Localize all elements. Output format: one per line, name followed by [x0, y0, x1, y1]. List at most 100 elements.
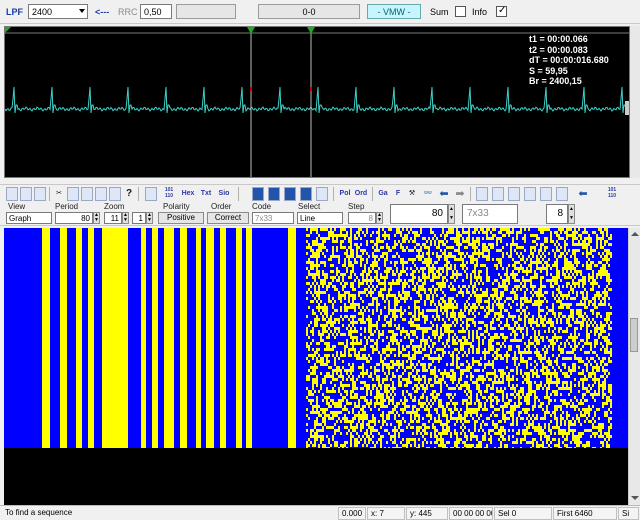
- bit-cell: [494, 351, 496, 354]
- binoculars-icon[interactable]: 👓: [421, 187, 435, 201]
- find-button[interactable]: F: [393, 187, 403, 201]
- layout-a-icon[interactable]: [252, 187, 264, 201]
- list-icon[interactable]: [492, 187, 504, 201]
- copy-icon[interactable]: [67, 187, 79, 201]
- layout-e-icon[interactable]: [316, 187, 328, 201]
- bit-cell: [610, 279, 612, 282]
- bit-cell: [554, 417, 556, 420]
- zoom-stepper-2[interactable]: ▲ ▼: [146, 212, 153, 224]
- bit-cell: [338, 330, 340, 333]
- bits-button-2[interactable]: 101 110: [604, 187, 620, 201]
- sio-view-button[interactable]: Sio: [216, 187, 232, 201]
- info-checkbox[interactable]: [496, 5, 507, 17]
- step-big-stepper[interactable]: ▲ ▼: [568, 204, 575, 224]
- order-button[interactable]: Ord: [354, 187, 368, 201]
- bit-cell: [552, 291, 554, 294]
- back-arrow-icon[interactable]: ⬅: [437, 187, 451, 201]
- disk-icon[interactable]: [109, 187, 121, 201]
- view-select[interactable]: Graph: [6, 212, 52, 224]
- grid-icon[interactable]: [145, 187, 157, 201]
- zoom-input[interactable]: 11: [104, 212, 122, 224]
- bit-cell: [592, 432, 594, 435]
- code-select[interactable]: 7x33: [252, 212, 294, 224]
- bit-cell: [354, 315, 356, 318]
- save-as-icon[interactable]: [34, 187, 46, 201]
- bit-cell: [334, 318, 336, 321]
- bit-cell: [400, 270, 402, 273]
- zoom-input-2[interactable]: 1: [132, 212, 146, 224]
- step-input[interactable]: 8: [348, 212, 376, 224]
- forward-arrow-icon[interactable]: ➡: [453, 187, 467, 201]
- vmw-button[interactable]: - VMW -: [367, 4, 421, 19]
- period-stepper[interactable]: ▲ ▼: [93, 212, 100, 224]
- lpf-select[interactable]: 2400: [28, 4, 88, 19]
- tools-icon[interactable]: ⚒: [406, 187, 418, 201]
- bit-cell: [442, 348, 444, 351]
- sum-checkbox[interactable]: [455, 6, 466, 17]
- paste-icon[interactable]: [81, 187, 93, 201]
- bit-cell: [584, 429, 586, 432]
- bit-pattern-view[interactable]: [4, 228, 628, 518]
- bit-cell: [524, 279, 526, 282]
- bit-cell: [348, 348, 350, 351]
- signal-scope[interactable]: t1 = 00:00.066 t2 = 00:00.083 dT = 00:00…: [4, 26, 630, 178]
- layout-c-icon[interactable]: [284, 187, 296, 201]
- bit-cell: [540, 315, 542, 318]
- table-icon[interactable]: [476, 187, 488, 201]
- bit-cell: [426, 387, 428, 390]
- bit-cell: [368, 291, 370, 294]
- period-big-input[interactable]: 80: [390, 204, 448, 224]
- cut-icon[interactable]: ✂: [53, 187, 65, 201]
- period-input[interactable]: 80: [55, 212, 93, 224]
- polarity-button[interactable]: Positive: [158, 212, 204, 224]
- back-icon[interactable]: ⬅: [576, 187, 590, 201]
- bit-cell: [478, 240, 480, 243]
- bit-cell: [446, 306, 448, 309]
- hex-view-button[interactable]: Hex: [180, 187, 196, 201]
- layout-b-icon[interactable]: [268, 187, 280, 201]
- order-button[interactable]: Correct: [207, 212, 249, 224]
- bit-cell: [354, 348, 356, 351]
- sort-icon[interactable]: [540, 187, 552, 201]
- bit-cell: [400, 330, 402, 333]
- bits-view-button[interactable]: 101 110: [161, 187, 177, 201]
- bit-cell: [540, 270, 542, 273]
- bit-cell: [536, 276, 538, 279]
- bit-cell: [482, 378, 484, 381]
- period-big-stepper[interactable]: ▲ ▼: [448, 204, 455, 224]
- step-stepper[interactable]: ▲ ▼: [376, 212, 383, 224]
- bit-cell: [458, 381, 460, 384]
- rrc-field[interactable]: 0,50: [140, 4, 172, 19]
- bit-cell: [594, 231, 596, 234]
- bit-cell: [314, 297, 316, 300]
- bit-cell: [378, 390, 380, 393]
- bars-icon[interactable]: [508, 187, 520, 201]
- goto-button[interactable]: Ga: [376, 187, 390, 201]
- chart-icon[interactable]: [556, 187, 568, 201]
- bit-cell: [330, 282, 332, 285]
- save-icon[interactable]: [20, 187, 32, 201]
- bit-cell: [386, 417, 388, 420]
- text-view-button[interactable]: Txt: [198, 187, 214, 201]
- align-icon[interactable]: [524, 187, 536, 201]
- bit-cell: [398, 378, 400, 381]
- polarity-button[interactable]: Pol: [338, 187, 352, 201]
- bit-cell: [546, 390, 548, 393]
- bit-cell: [576, 231, 578, 234]
- bit-cell: [454, 387, 456, 390]
- layout-d-icon[interactable]: [300, 187, 312, 201]
- bit-cell: [308, 273, 310, 276]
- bit-cell: [324, 423, 326, 426]
- bit-cell: [548, 402, 550, 405]
- bit-cell: [530, 384, 532, 387]
- open-icon[interactable]: [6, 187, 18, 201]
- code-big-select[interactable]: 7x33: [462, 204, 518, 224]
- zoom-stepper[interactable]: ▲ ▼: [122, 212, 129, 224]
- bit-cell: [572, 315, 574, 318]
- bit-cell: [386, 252, 388, 255]
- step-big-input[interactable]: 8: [546, 204, 568, 224]
- select-dropdown[interactable]: Line: [297, 212, 343, 224]
- print-icon[interactable]: [95, 187, 107, 201]
- bit-cell: [536, 348, 538, 351]
- help-icon[interactable]: ?: [123, 187, 135, 201]
